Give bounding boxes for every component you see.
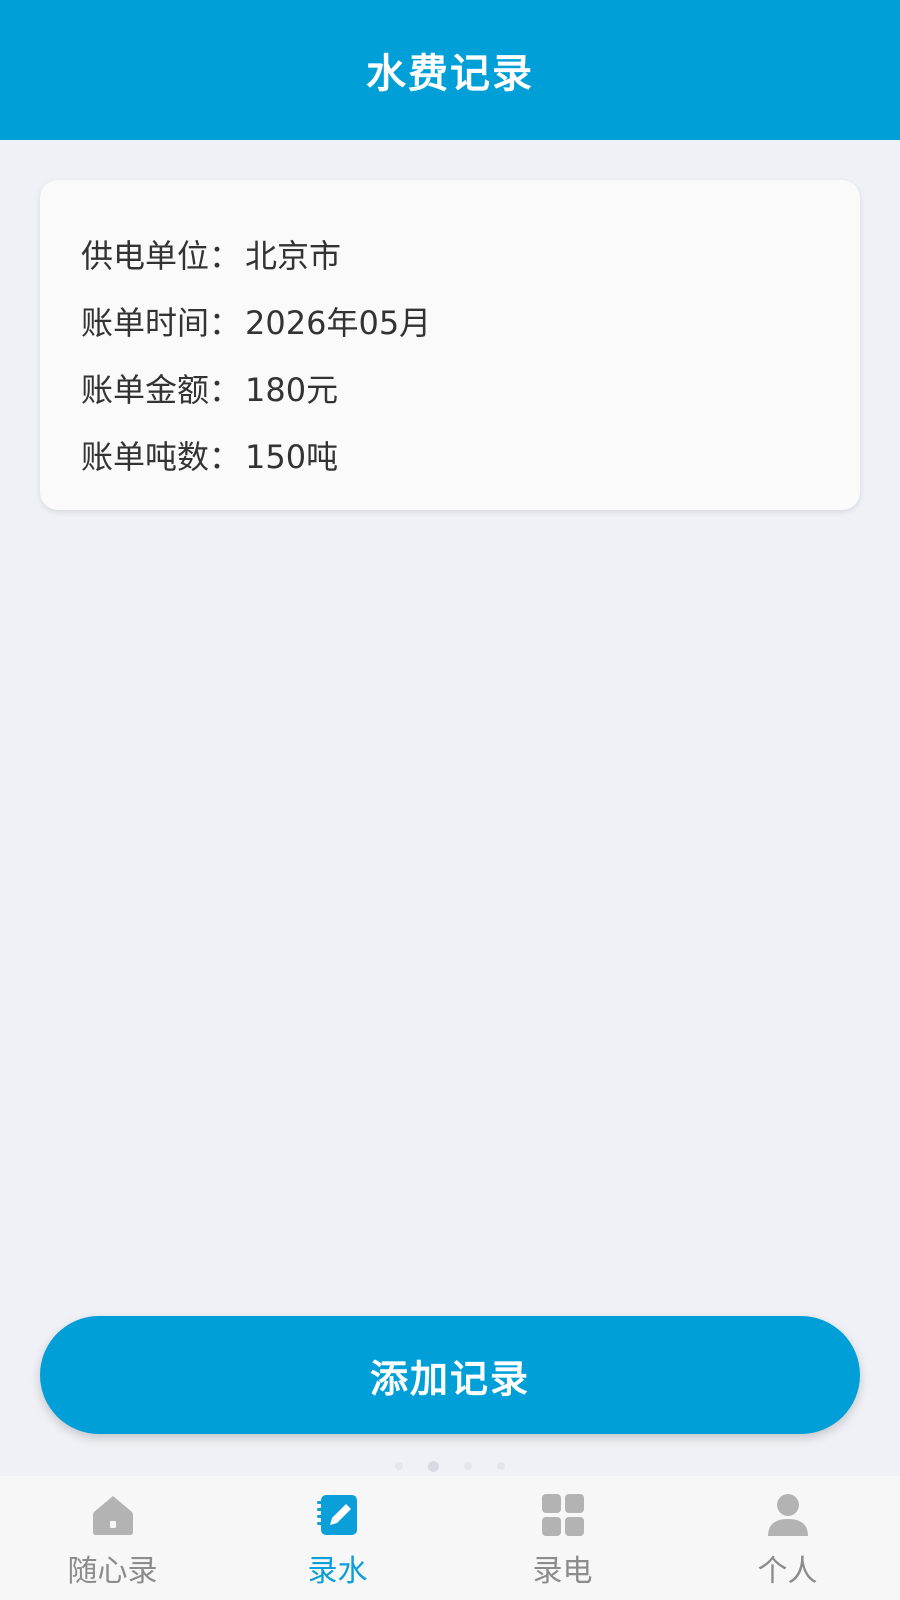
add-record-button[interactable]: 添加记录	[40, 1316, 860, 1434]
supplier-value: 北京市	[245, 236, 342, 275]
app-header: 水费记录	[0, 0, 900, 140]
bill-amount-value: 180元	[245, 370, 339, 409]
tab-suixinlu[interactable]: 随心录	[0, 1476, 225, 1600]
grid-icon	[540, 1492, 586, 1538]
bill-time-label: 账单时间：	[81, 303, 242, 342]
bill-amount-label: 账单金额：	[81, 370, 242, 409]
page-indicator	[395, 1460, 505, 1472]
bill-tonnage-label: 账单吨数：	[81, 437, 242, 476]
tab-geren[interactable]: 个人	[675, 1476, 900, 1600]
record-row-bill-time: 账单时间： 2026年05月	[81, 287, 860, 354]
page-title: 水费记录	[366, 51, 534, 97]
supplier-label: 供电单位：	[81, 236, 242, 275]
person-icon	[765, 1492, 811, 1538]
tab-label: 录水	[307, 1554, 368, 1589]
record-row-bill-amount: 账单金额： 180元	[81, 354, 860, 421]
tab-label: 随心录	[67, 1554, 158, 1589]
page-dot	[395, 1462, 403, 1470]
home-icon	[90, 1492, 136, 1538]
page-dot-active	[428, 1460, 439, 1472]
page-dot	[497, 1462, 505, 1470]
tab-label: 个人	[757, 1554, 818, 1589]
tab-label: 录电	[532, 1554, 593, 1589]
record-row-bill-tonnage: 账单吨数： 150吨	[81, 421, 860, 488]
bill-time-value: 2026年05月	[245, 303, 432, 342]
bill-tonnage-value: 150吨	[245, 437, 339, 476]
record-row-supplier: 供电单位： 北京市	[81, 220, 860, 287]
tab-ludian[interactable]: 录电	[450, 1476, 675, 1600]
edit-note-icon	[315, 1492, 361, 1538]
page-dot	[464, 1462, 472, 1470]
tab-lushui[interactable]: 录水	[225, 1476, 450, 1600]
water-record-card[interactable]: 供电单位： 北京市 账单时间： 2026年05月 账单金额： 180元 账单吨数…	[40, 180, 860, 510]
bottom-tab-bar: 随心录 录水 录电 个人	[0, 1476, 900, 1600]
